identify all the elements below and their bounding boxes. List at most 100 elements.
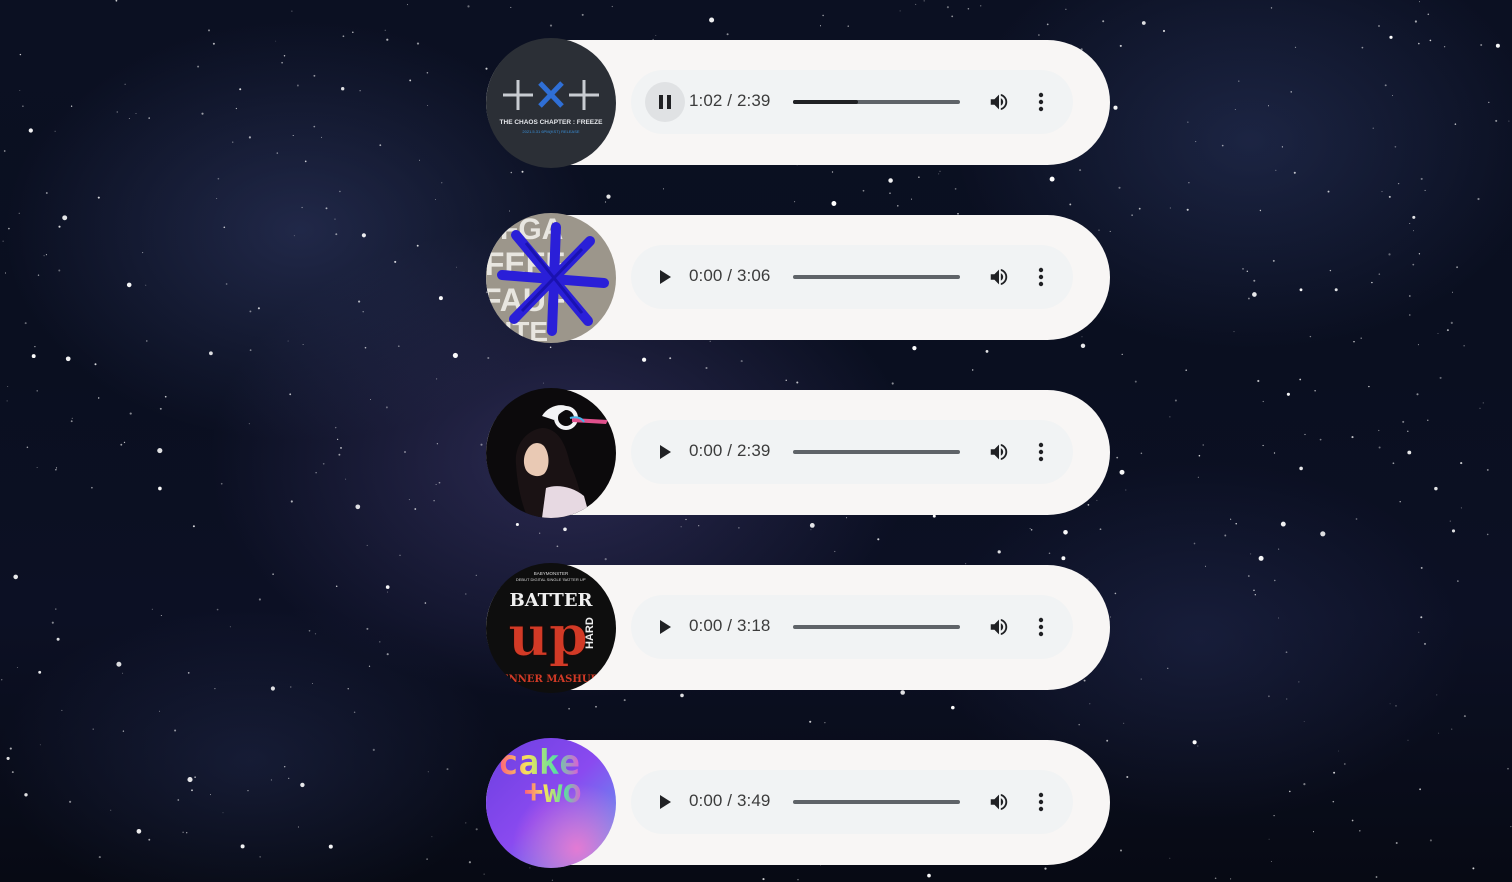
star xyxy=(9,747,12,750)
more-options-button[interactable] xyxy=(1025,436,1057,468)
more-options-button[interactable] xyxy=(1025,86,1057,118)
star xyxy=(1221,144,1224,147)
star xyxy=(1169,207,1172,209)
star xyxy=(1262,400,1264,403)
star xyxy=(1378,429,1380,432)
volume-icon xyxy=(990,93,1008,111)
star xyxy=(283,765,286,768)
star xyxy=(1397,182,1400,185)
star xyxy=(641,357,647,362)
star xyxy=(1273,814,1275,817)
star xyxy=(174,729,177,732)
star xyxy=(1391,94,1393,96)
star xyxy=(313,74,316,77)
star xyxy=(1388,253,1391,256)
star xyxy=(927,873,931,878)
star xyxy=(1332,800,1335,803)
star xyxy=(58,269,61,272)
star xyxy=(308,629,311,632)
star xyxy=(1195,141,1197,143)
play-button[interactable] xyxy=(645,607,685,647)
star xyxy=(899,10,901,12)
star xyxy=(831,171,834,173)
star xyxy=(355,504,361,510)
star xyxy=(1185,369,1188,372)
star xyxy=(1079,169,1082,172)
seek-bar[interactable] xyxy=(793,625,960,629)
star xyxy=(65,356,71,362)
star xyxy=(1204,565,1207,567)
volume-button[interactable] xyxy=(983,261,1015,293)
seek-bar[interactable] xyxy=(793,100,960,104)
more-options-button[interactable] xyxy=(1025,786,1057,818)
star xyxy=(1290,91,1292,93)
star xyxy=(1140,452,1143,455)
audio-player: 0:00 / 3:18 xyxy=(631,595,1073,659)
star xyxy=(51,621,54,624)
star xyxy=(1360,337,1362,339)
star xyxy=(542,382,544,384)
audio-player: 0:00 / 3:06 xyxy=(631,245,1073,309)
more-options-button[interactable] xyxy=(1025,611,1057,643)
volume-button[interactable] xyxy=(983,786,1015,818)
volume-button[interactable] xyxy=(983,436,1015,468)
star xyxy=(61,709,63,711)
star xyxy=(361,233,366,238)
more-options-button[interactable] xyxy=(1025,261,1057,293)
star xyxy=(1257,379,1260,383)
star xyxy=(1333,771,1336,774)
star xyxy=(1399,500,1401,503)
star xyxy=(129,412,132,415)
star xyxy=(436,443,439,445)
star xyxy=(212,42,215,45)
star xyxy=(1250,553,1252,555)
star xyxy=(1429,839,1432,842)
star xyxy=(1262,444,1264,447)
star xyxy=(1134,380,1137,383)
seek-bar[interactable] xyxy=(793,450,960,454)
star xyxy=(38,670,42,674)
star xyxy=(341,87,345,91)
star xyxy=(1423,642,1427,645)
star xyxy=(1351,819,1354,822)
star xyxy=(797,878,799,881)
seek-bar[interactable] xyxy=(793,800,960,804)
star xyxy=(726,33,729,36)
star xyxy=(1242,268,1244,270)
star xyxy=(325,207,328,210)
star xyxy=(485,67,488,70)
star xyxy=(1451,728,1453,730)
star xyxy=(951,705,955,710)
star xyxy=(434,199,436,200)
star xyxy=(71,417,73,420)
star xyxy=(1078,723,1080,726)
seek-bar[interactable] xyxy=(793,275,960,279)
star xyxy=(177,799,180,801)
cover-main-text: up xyxy=(508,603,588,669)
star xyxy=(1351,436,1354,439)
cover-top-text: BABYMONSTER xyxy=(534,571,569,576)
volume-button[interactable] xyxy=(983,611,1015,643)
star xyxy=(288,777,290,780)
star xyxy=(1361,46,1364,49)
star xyxy=(1407,430,1409,433)
play-button[interactable] xyxy=(645,432,685,472)
star xyxy=(3,150,6,152)
star xyxy=(338,453,341,456)
pause-button[interactable] xyxy=(645,82,685,122)
star xyxy=(918,176,920,178)
volume-button[interactable] xyxy=(983,86,1015,118)
star xyxy=(1327,190,1330,193)
star xyxy=(1437,332,1439,335)
play-button[interactable] xyxy=(645,257,685,297)
star xyxy=(372,748,375,752)
star xyxy=(997,550,1001,554)
star xyxy=(1299,378,1302,381)
star xyxy=(122,730,125,732)
play-button[interactable] xyxy=(645,782,685,822)
star xyxy=(606,194,611,199)
star xyxy=(123,441,126,444)
more-options-icon xyxy=(1038,92,1044,112)
star xyxy=(1495,43,1500,48)
star xyxy=(368,665,371,667)
